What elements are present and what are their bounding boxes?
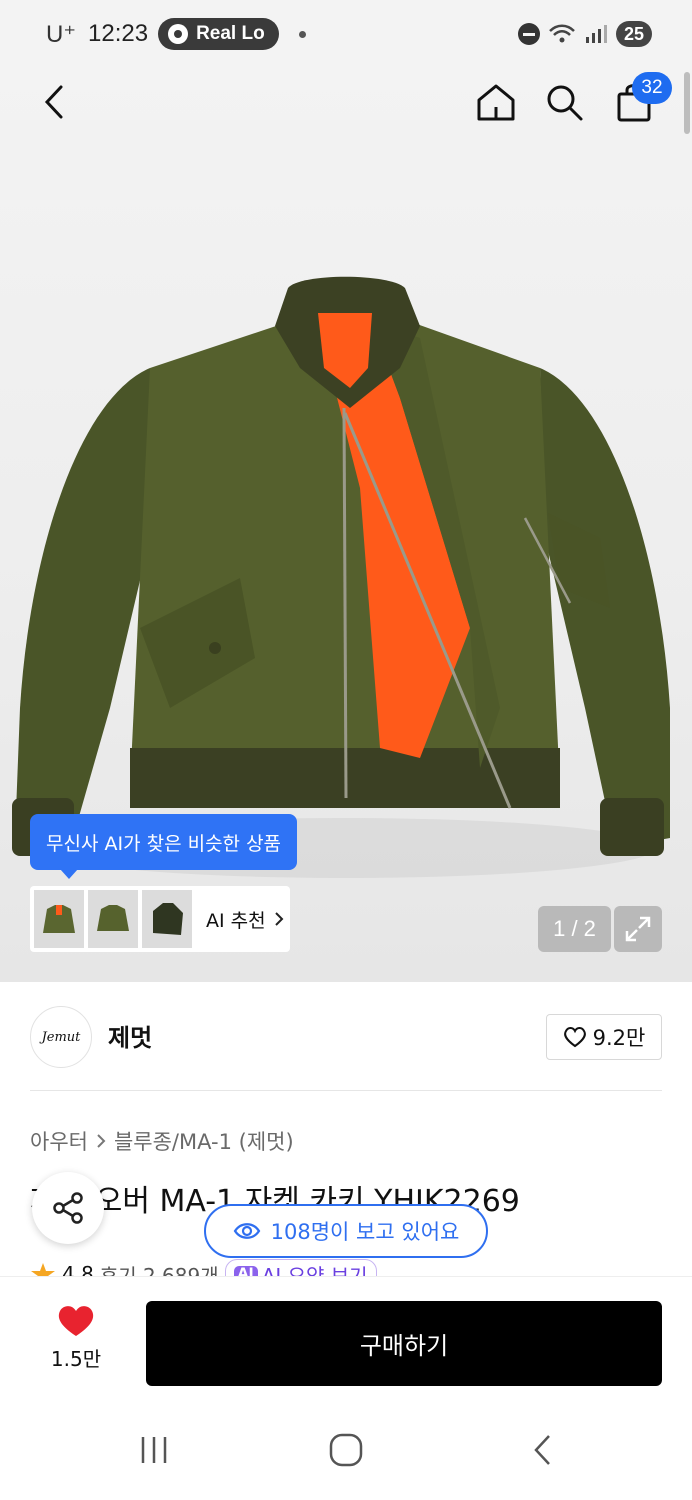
eye-icon xyxy=(233,1223,260,1239)
do-not-disturb-icon xyxy=(517,23,540,45)
brand-name[interactable]: 제멋 xyxy=(108,1018,152,1053)
chevron-right-icon xyxy=(97,1134,106,1148)
home-icon xyxy=(477,84,515,121)
recommend-thumb-3[interactable] xyxy=(142,890,192,948)
ai-recommend-strip[interactable]: AI 추천 xyxy=(30,886,290,952)
scrollbar[interactable] xyxy=(684,72,690,134)
buy-button[interactable]: 구매하기 xyxy=(146,1301,662,1386)
ai-similar-tooltip: 무신사 AI가 찾은 비슷한 상품 xyxy=(30,814,298,879)
wishlist-count: 1.5만 xyxy=(50,1347,102,1371)
heart-outline-icon xyxy=(563,1027,586,1048)
jacket-thumbnail xyxy=(43,905,75,933)
brand-like-button[interactable]: 9.2만 xyxy=(546,1014,662,1060)
wishlist-button[interactable]: 1.5만 xyxy=(36,1303,116,1372)
ai-recommend-label: AI 추천 xyxy=(206,909,266,932)
heart-filled-icon xyxy=(58,1306,94,1336)
wifi-icon xyxy=(549,24,575,43)
jacket-thumbnail xyxy=(97,905,129,931)
cart-count-badge: 32 xyxy=(632,72,672,104)
live-pill-label: Real Lo xyxy=(196,23,265,44)
chevron-left-icon xyxy=(44,85,63,119)
search-button[interactable] xyxy=(540,78,588,126)
live-viewers-badge: 108명이 보고 있어요 xyxy=(204,1204,488,1258)
carrier-label: U⁺ xyxy=(46,20,76,48)
status-icons: 25 xyxy=(517,21,652,47)
expand-image-button[interactable] xyxy=(614,906,662,952)
breadcrumb-subcategory[interactable]: 블루종/MA-1 (제멋) xyxy=(114,1126,294,1156)
status-bar: U⁺ 12:23 Real Lo 25 xyxy=(0,0,692,68)
brand-like-count: 9.2만 xyxy=(592,1026,646,1050)
system-navigation-bar xyxy=(0,1400,692,1500)
breadcrumb: 아우터 블루종/MA-1 (제멋) xyxy=(30,1126,294,1156)
notification-dot-icon xyxy=(298,30,306,38)
clock: 12:23 xyxy=(88,20,149,47)
recent-apps-button[interactable] xyxy=(134,1430,174,1470)
back-arrow-icon xyxy=(534,1435,550,1465)
home-button[interactable] xyxy=(472,78,520,126)
purchase-bar: 1.5만 구매하기 xyxy=(0,1276,692,1400)
chevron-right-icon xyxy=(274,912,284,926)
brand-logo[interactable]: Jemut xyxy=(30,1006,92,1068)
live-icon xyxy=(168,24,189,44)
live-viewers-text: 108명이 보고 있어요 xyxy=(270,1220,460,1244)
signal-icon xyxy=(585,25,607,43)
brand-row: Jemut 제멋 9.2만 xyxy=(0,982,692,1092)
recommend-thumb-1[interactable] xyxy=(34,890,84,948)
battery-indicator: 25 xyxy=(615,21,652,47)
top-navigation: 32 xyxy=(0,68,692,140)
image-pager: 1 / 2 xyxy=(538,906,611,952)
home-circle-icon xyxy=(329,1433,363,1467)
ai-recommend-link[interactable]: AI 추천 xyxy=(206,906,284,933)
cart-button[interactable]: 32 xyxy=(610,72,672,126)
recent-apps-icon xyxy=(141,1437,167,1463)
home-nav-button[interactable] xyxy=(326,1430,366,1470)
brand-logo-text: Jemut xyxy=(41,1029,81,1045)
recommend-thumb-2[interactable] xyxy=(88,890,138,948)
breadcrumb-category[interactable]: 아우터 xyxy=(30,1126,88,1156)
expand-icon xyxy=(625,916,651,942)
search-icon xyxy=(547,85,583,121)
share-button[interactable] xyxy=(32,1172,104,1244)
back-nav-button[interactable] xyxy=(522,1430,562,1470)
jacket-thumbnail xyxy=(153,903,183,935)
back-button[interactable] xyxy=(30,78,78,126)
product-detail-screen: U⁺ 12:23 Real Lo 25 32 무신사 AI가 찾은 비슷한 상품… xyxy=(0,0,692,1500)
live-pill: Real Lo xyxy=(158,18,279,50)
divider xyxy=(30,1090,662,1091)
share-icon xyxy=(53,1192,83,1224)
